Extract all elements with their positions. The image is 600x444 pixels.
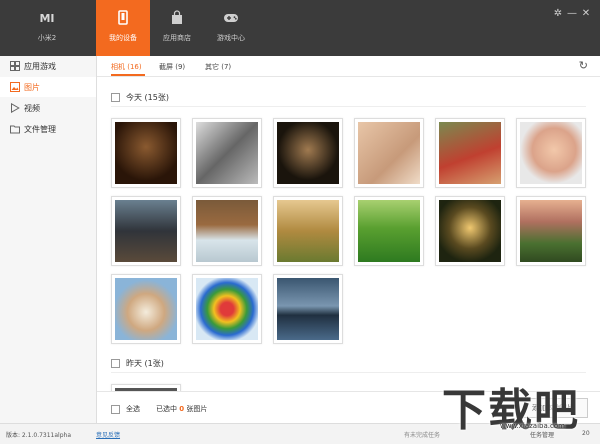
photo-thumbnail[interactable] [435,118,505,188]
photo-thumbnail[interactable] [111,196,181,266]
tab-my-device[interactable]: 我的设备 [96,0,150,56]
group-label: 昨天 (1张) [126,359,164,368]
photo-thumbnail[interactable] [273,118,343,188]
version-label: 版本: 2.1.0.7311alpha [6,432,72,439]
photo-thumbnail[interactable] [516,118,586,188]
group-label: 今天 (15张) [126,93,169,102]
mi-logo: MI [39,12,55,25]
select-all[interactable]: 全选 [111,404,140,414]
main-content: 相机 (16) 截屏 (9) 其它 (7) ↻ 今天 (15张) 昨天 (1张)… [97,56,600,424]
refresh-icon[interactable]: ↻ [579,59,588,72]
site-watermark: 下载吧 www.xiazaiba.com [442,374,600,436]
sidebar-item-label: 文件管理 [24,125,56,134]
pending-tasks-label: 有未完成任务 [404,432,441,439]
group-header-today: 今天 (15张) [111,92,169,103]
selection-info: 已选中 0 张图片 [156,405,208,413]
top-nav: MI 小米2 我的设备 应用商店 游戏中心 ✲ — ✕ [0,0,600,56]
photo-thumbnail[interactable] [273,274,343,344]
folder-icon [10,124,20,134]
picture-icon [10,82,20,92]
feedback-link[interactable]: 意见反馈 [96,430,120,439]
tab-label: 游戏中心 [217,34,245,42]
watermark-url: www.xiazaiba.com [500,422,565,430]
shopping-bag-icon [150,10,204,26]
sidebar: 应用游戏 图片 视频 文件管理 [0,56,97,423]
photo-thumbnail[interactable] [435,196,505,266]
photo-thumbnail[interactable] [192,274,262,344]
apps-grid-icon [10,61,20,71]
tab-app-store[interactable]: 应用商店 [150,0,204,56]
tab-label: 我的设备 [109,34,137,42]
sidebar-item-videos[interactable]: 视频 [0,98,96,118]
tab-label: 应用商店 [163,34,191,42]
photo-thumbnail[interactable] [354,196,424,266]
sidebar-item-label: 图片 [24,83,40,92]
subtab-bar: 相机 (16) 截屏 (9) 其它 (7) ↻ [97,56,600,77]
divider [111,372,586,373]
subtab-camera[interactable]: 相机 (16) [111,62,142,72]
photo-thumbnail[interactable] [192,118,262,188]
window-controls: ✲ — ✕ [550,8,592,19]
phone-icon [96,10,150,26]
sidebar-item-files[interactable]: 文件管理 [0,119,96,139]
photo-thumbnail[interactable] [111,118,181,188]
close-icon[interactable]: ✕ [580,8,592,19]
active-subtab-indicator [111,74,145,76]
photo-thumbnail[interactable] [273,196,343,266]
photo-thumbnail[interactable] [111,274,181,344]
device-name-label: 小米2 [37,34,57,42]
device-brand-tab[interactable]: MI 小米2 [20,0,74,56]
sidebar-item-label: 应用游戏 [24,62,56,71]
sidebar-item-apps[interactable]: 应用游戏 [0,56,96,76]
play-icon [10,102,20,114]
group-checkbox[interactable] [111,93,120,102]
subtab-screenshots[interactable]: 截屏 (9) [159,62,185,72]
selected-count: 0 [179,405,185,413]
photo-thumbnail[interactable] [516,196,586,266]
gamepad-icon [204,10,258,26]
photo-thumbnail[interactable] [192,196,262,266]
sidebar-item-label: 视频 [24,104,40,113]
settings-icon[interactable]: ✲ [552,8,564,19]
subtab-others[interactable]: 其它 (7) [205,62,231,72]
divider [111,106,586,107]
tab-game-center[interactable]: 游戏中心 [204,0,258,56]
sidebar-item-pictures[interactable]: 图片 [0,77,96,97]
select-all-label: 全选 [126,405,140,413]
photo-thumbnail[interactable] [354,118,424,188]
group-checkbox[interactable] [111,359,120,368]
select-all-checkbox[interactable] [111,404,120,414]
minimize-icon[interactable]: — [566,8,578,19]
group-header-yesterday: 昨天 (1张) [111,358,164,369]
